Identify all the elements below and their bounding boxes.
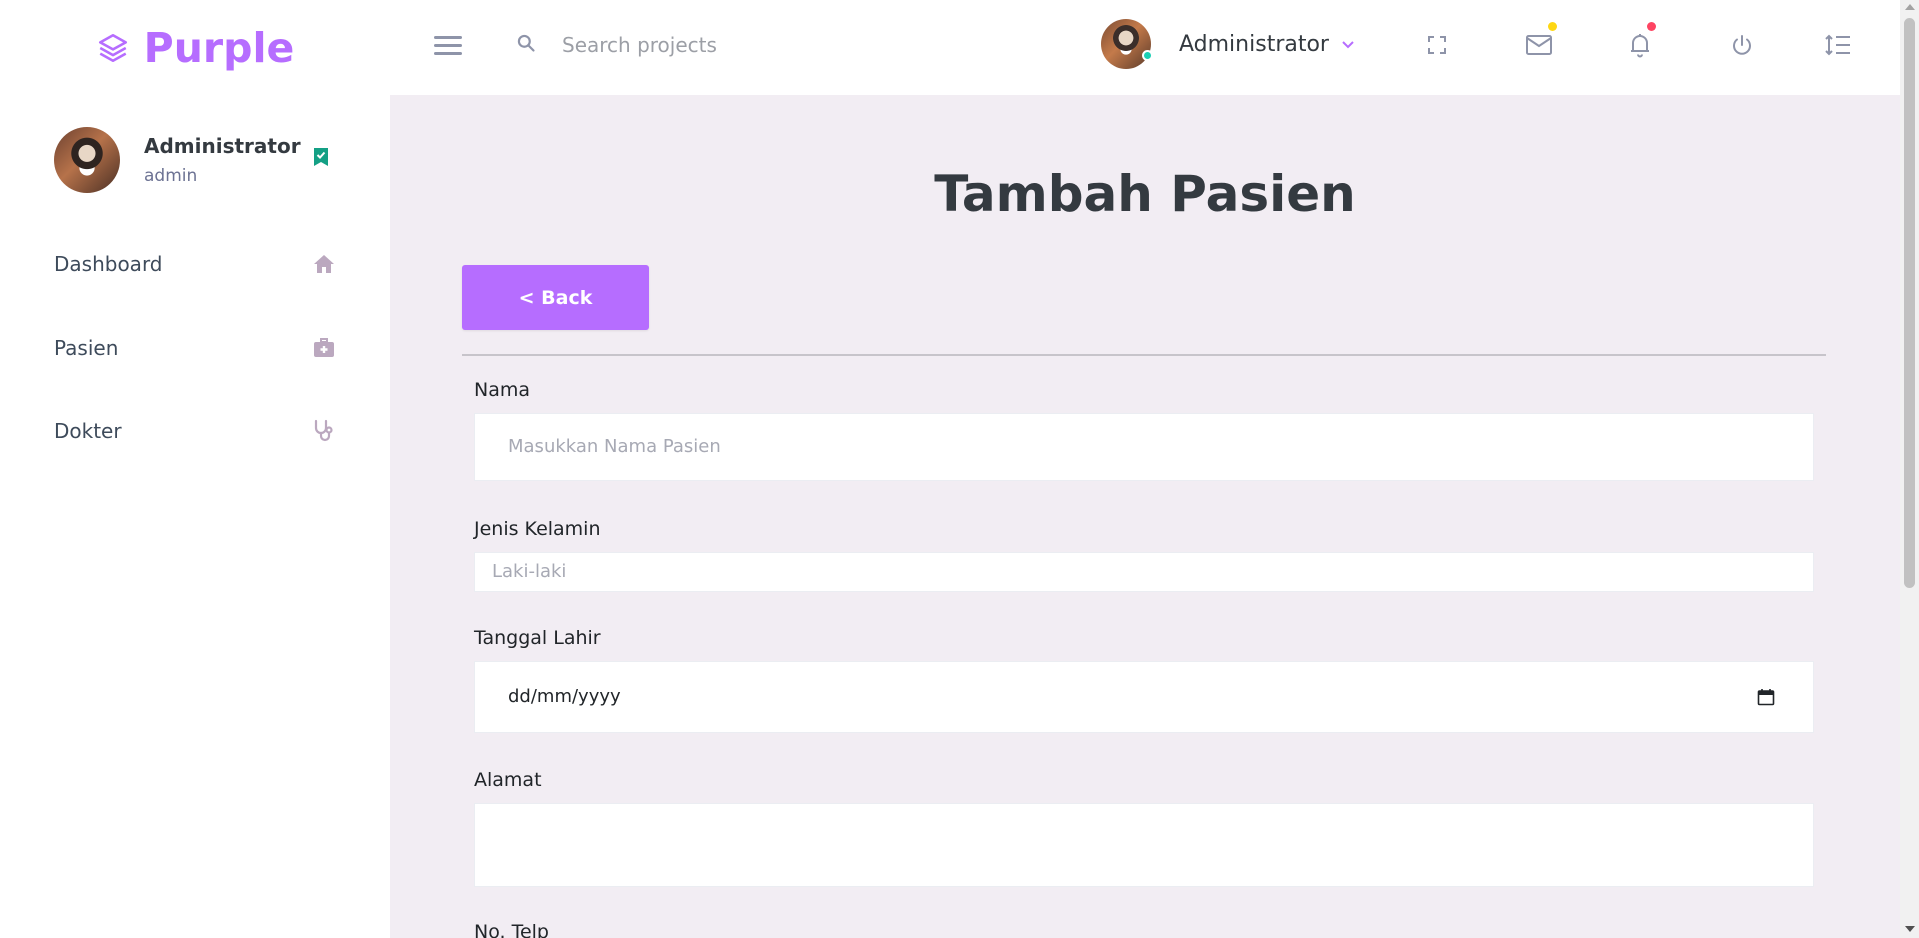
avatar [1101, 19, 1153, 69]
divider [462, 354, 1826, 356]
fullscreen-icon[interactable] [1420, 28, 1454, 62]
layers-icon [96, 31, 130, 65]
sidebar-item-dashboard[interactable]: Dashboard [54, 244, 336, 284]
brand-name: Purple [143, 23, 295, 72]
page-title: Tambah Pasien [934, 165, 1356, 223]
back-button[interactable]: < Back [462, 265, 649, 330]
online-status-dot [1142, 50, 1153, 61]
home-icon [312, 252, 336, 276]
bell-icon[interactable] [1623, 22, 1657, 62]
scroll-thumb[interactable] [1904, 18, 1915, 588]
jenis-kelamin-label: Jenis Kelamin [474, 518, 601, 540]
scroll-down-arrow[interactable] [1905, 926, 1915, 932]
sidebar-item-pasien[interactable]: Pasien [54, 328, 336, 368]
user-dropdown[interactable]: Administrator [1101, 19, 1355, 69]
mail-notification-dot [1548, 22, 1557, 31]
tanggal-lahir-label: Tanggal Lahir [474, 627, 601, 649]
sidebar-item-dokter[interactable]: Dokter [54, 411, 336, 451]
alamat-label: Alamat [474, 769, 542, 791]
brand[interactable]: Purple [0, 0, 390, 95]
search-bar [516, 25, 876, 65]
tanggal-lahir-input[interactable]: dd/mm/yyyy [474, 661, 1814, 733]
profile-name: Administrator [144, 134, 301, 158]
bookmark-check-icon [313, 147, 329, 167]
nama-label: Nama [474, 379, 531, 401]
hamburger-icon[interactable] [434, 28, 468, 62]
format-line-spacing-icon[interactable] [1821, 28, 1855, 62]
sidebar-item-label: Dokter [54, 419, 122, 443]
tanggal-lahir-placeholder: dd/mm/yyyy [508, 686, 621, 707]
calendar-icon[interactable] [1757, 688, 1775, 706]
bell-notification-dot [1647, 22, 1656, 31]
medical-bag-icon [312, 336, 336, 360]
user-name: Administrator [1179, 31, 1329, 57]
scrollbar[interactable] [1900, 0, 1919, 938]
profile-text: Administrator admin [144, 134, 301, 186]
chevron-down-icon [1341, 35, 1355, 54]
scroll-up-arrow[interactable] [1905, 4, 1915, 10]
jenis-kelamin-select[interactable]: Laki-laki [474, 552, 1814, 592]
profile-role: admin [144, 166, 198, 186]
nama-placeholder: Masukkan Nama Pasien [508, 436, 721, 457]
sidebar: Administrator admin Dashboard Pasien Dok… [0, 95, 390, 938]
nama-input[interactable]: Masukkan Nama Pasien [474, 413, 1814, 481]
stethoscope-icon [312, 419, 336, 443]
avatar [54, 127, 120, 193]
search-icon [516, 33, 536, 57]
sidebar-profile[interactable]: Administrator admin [54, 125, 344, 195]
power-icon[interactable] [1725, 28, 1759, 62]
alamat-textarea[interactable] [474, 803, 1814, 887]
sidebar-item-label: Dashboard [54, 252, 163, 276]
no-telp-label: No. Telp [474, 921, 549, 938]
jenis-kelamin-value: Laki-laki [492, 561, 567, 582]
mail-icon[interactable] [1522, 22, 1557, 62]
top-navbar: Purple Administrator [0, 0, 1900, 95]
main-content: Tambah Pasien < Back Nama Masukkan Nama … [390, 95, 1900, 938]
sidebar-item-label: Pasien [54, 336, 119, 360]
search-input[interactable] [562, 33, 862, 57]
